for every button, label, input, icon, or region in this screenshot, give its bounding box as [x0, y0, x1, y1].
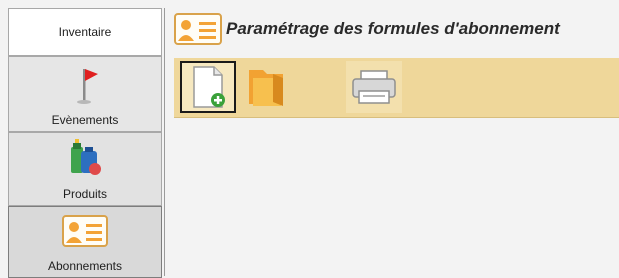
sidebar-item-label: Evènements	[51, 113, 119, 127]
red-flag-icon	[77, 69, 98, 104]
sidebar-item-inventaire[interactable]: Inventaire	[8, 8, 162, 56]
sidebar-item-abonnements[interactable]: Abonnements	[8, 206, 162, 278]
sidebar-item-evenements[interactable]: Evènements	[8, 56, 162, 132]
id-card-icon	[174, 13, 222, 45]
print-button[interactable]	[346, 61, 402, 113]
new-document-icon	[193, 66, 225, 108]
content-area	[174, 118, 619, 276]
products-icon	[71, 139, 101, 175]
sidebar-item-label: Inventaire	[58, 25, 112, 39]
open-folder-button[interactable]	[238, 61, 294, 113]
printer-icon	[352, 70, 396, 104]
sidebar: Inventaire Evènements Produits Abonnemen…	[8, 8, 165, 278]
sidebar-item-label: Produits	[62, 187, 108, 201]
sidebar-item-label: Abonnements	[47, 259, 123, 273]
toolbar	[174, 58, 619, 118]
page-title: Paramétrage des formules d'abonnement	[226, 19, 560, 38]
sidebar-item-produits[interactable]: Produits	[8, 132, 162, 206]
folder-icon	[249, 70, 283, 106]
id-card-icon	[62, 215, 108, 247]
new-document-button[interactable]	[180, 61, 236, 113]
page-header: Paramétrage des formules d'abonnement	[174, 12, 619, 46]
